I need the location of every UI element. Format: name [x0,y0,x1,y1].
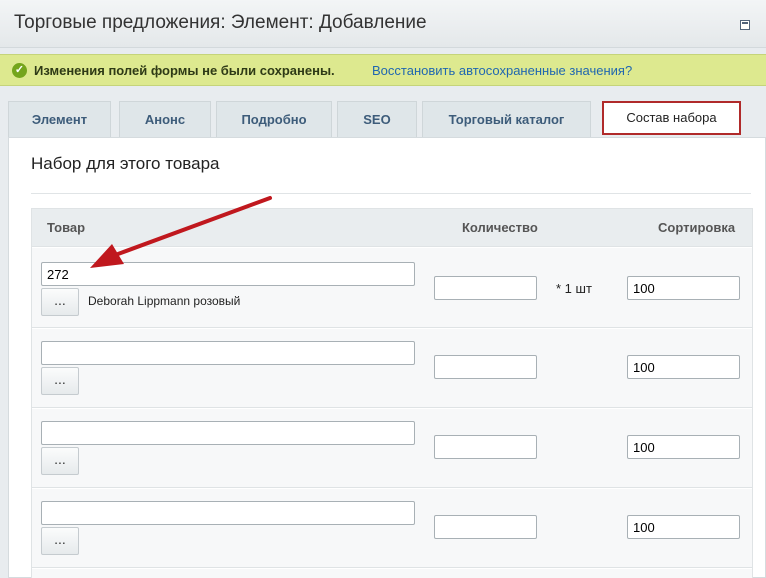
restore-autosave-link[interactable]: Восстановить автосохраненные значения? [372,63,632,78]
quantity-input[interactable] [434,276,537,300]
browse-product-button[interactable]: ... [41,288,79,316]
tab-trade-catalog[interactable]: Торговый каталог [422,101,591,137]
table-row: ... [32,489,752,568]
column-header-product: Товар [47,220,86,235]
product-id-input[interactable] [41,421,415,445]
minimize-icon[interactable] [740,20,750,30]
browse-product-button[interactable]: ... [41,527,79,555]
tab-content-panel: Набор для этого товара Товар Количество … [8,137,766,578]
check-icon: ✓ [12,63,27,78]
sort-input[interactable] [627,515,740,539]
tab-details[interactable]: Подробно [216,101,332,137]
column-header-quantity: Количество [462,220,538,235]
set-items-table: Товар Количество Сортировка ... Deborah … [31,208,753,578]
unsaved-changes-notice: ✓ Изменения полей формы не были сохранен… [0,54,766,86]
section-title: Набор для этого товара [31,154,220,173]
window-titlebar: Торговые предложения: Элемент: Добавлени… [0,0,766,48]
notice-message: Изменения полей формы не были сохранены. [34,63,335,78]
divider [31,193,751,194]
quantity-input[interactable] [434,435,537,459]
page-title: Торговые предложения: Элемент: Добавлени… [14,12,427,33]
table-row: ... [32,409,752,488]
browse-product-button[interactable]: ... [41,447,79,475]
product-id-input[interactable] [41,262,415,286]
tab-element[interactable]: Элемент [8,101,111,137]
product-id-input[interactable] [41,341,415,365]
tab-seo[interactable]: SEO [337,101,417,137]
quantity-input[interactable] [434,515,537,539]
sort-input[interactable] [627,276,740,300]
sort-input[interactable] [627,435,740,459]
table-row: ... Deborah Lippmann розовый * 1 шт [32,248,752,328]
table-header: Товар Количество Сортировка [32,209,752,247]
column-header-sort: Сортировка [658,220,736,235]
product-id-input[interactable] [41,501,415,525]
product-name: Deborah Lippmann розовый [88,294,241,308]
quantity-input[interactable] [434,355,537,379]
tab-set-composition[interactable]: Состав набора [602,101,741,135]
quantity-unit: * 1 шт [556,281,592,296]
table-row [32,569,752,578]
tab-preview[interactable]: Анонс [119,101,211,137]
sort-input[interactable] [627,355,740,379]
table-row: ... [32,329,752,408]
browse-product-button[interactable]: ... [41,367,79,395]
